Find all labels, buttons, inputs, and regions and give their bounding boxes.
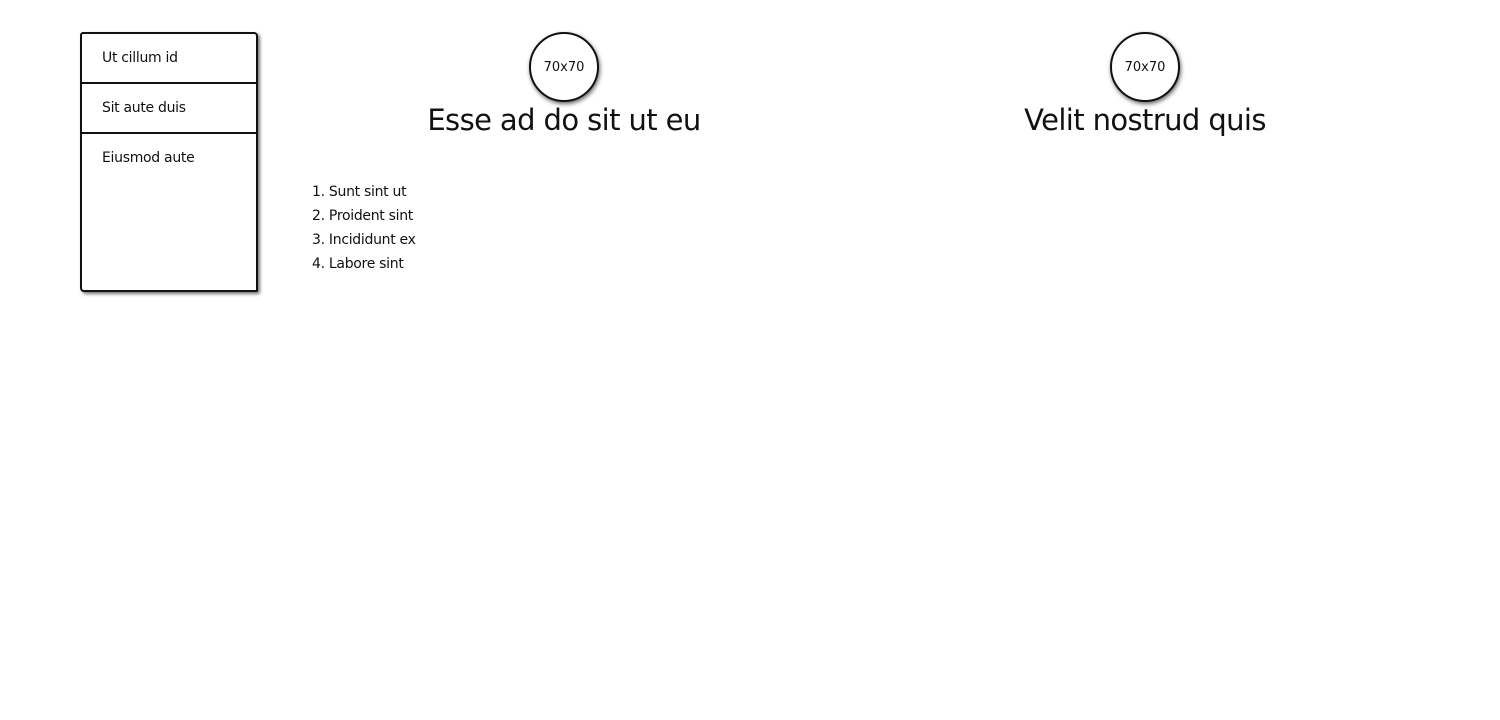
avatar-image-placeholder: 70x70 bbox=[529, 32, 599, 102]
list-item: 2. Proident sint bbox=[312, 205, 416, 229]
sidebar-item-sit-aute-duis[interactable]: Sit aute duis bbox=[82, 84, 256, 134]
list-item-text: Incididunt ex bbox=[328, 232, 416, 248]
list-item-number: 3. bbox=[312, 232, 325, 248]
image-size-label: 70x70 bbox=[543, 59, 585, 75]
sidebar-menu: Ut cillum id Sit aute duis Eiusmod aute bbox=[80, 32, 258, 292]
list-item: 1. Sunt sint ut bbox=[312, 181, 416, 205]
sidebar-item-label: Ut cillum id bbox=[102, 50, 178, 66]
sidebar-item-ut-cillum-id[interactable]: Ut cillum id bbox=[82, 34, 256, 84]
image-size-label: 70x70 bbox=[1124, 59, 1166, 75]
card-heading: Velit nostrud quis bbox=[1024, 103, 1266, 137]
list-item-text: Sunt sint ut bbox=[328, 184, 407, 200]
card-heading: Esse ad do sit ut eu bbox=[427, 103, 701, 137]
sidebar-item-label: Eiusmod aute bbox=[102, 150, 195, 166]
ordered-list: 1. Sunt sint ut 2. Proident sint 3. Inci… bbox=[312, 181, 416, 277]
list-item: 4. Labore sint bbox=[312, 253, 416, 277]
list-item-text: Labore sint bbox=[328, 256, 404, 272]
list-item-number: 2. bbox=[312, 208, 325, 224]
sidebar-item-label: Sit aute duis bbox=[102, 100, 186, 116]
list-item-text: Proident sint bbox=[328, 208, 413, 224]
list-item-number: 1. bbox=[312, 184, 325, 200]
avatar-image-placeholder: 70x70 bbox=[1110, 32, 1180, 102]
list-item-number: 4. bbox=[312, 256, 325, 272]
list-item: 3. Incididunt ex bbox=[312, 229, 416, 253]
sidebar-item-eiusmod-aute[interactable]: Eiusmod aute bbox=[82, 134, 256, 166]
